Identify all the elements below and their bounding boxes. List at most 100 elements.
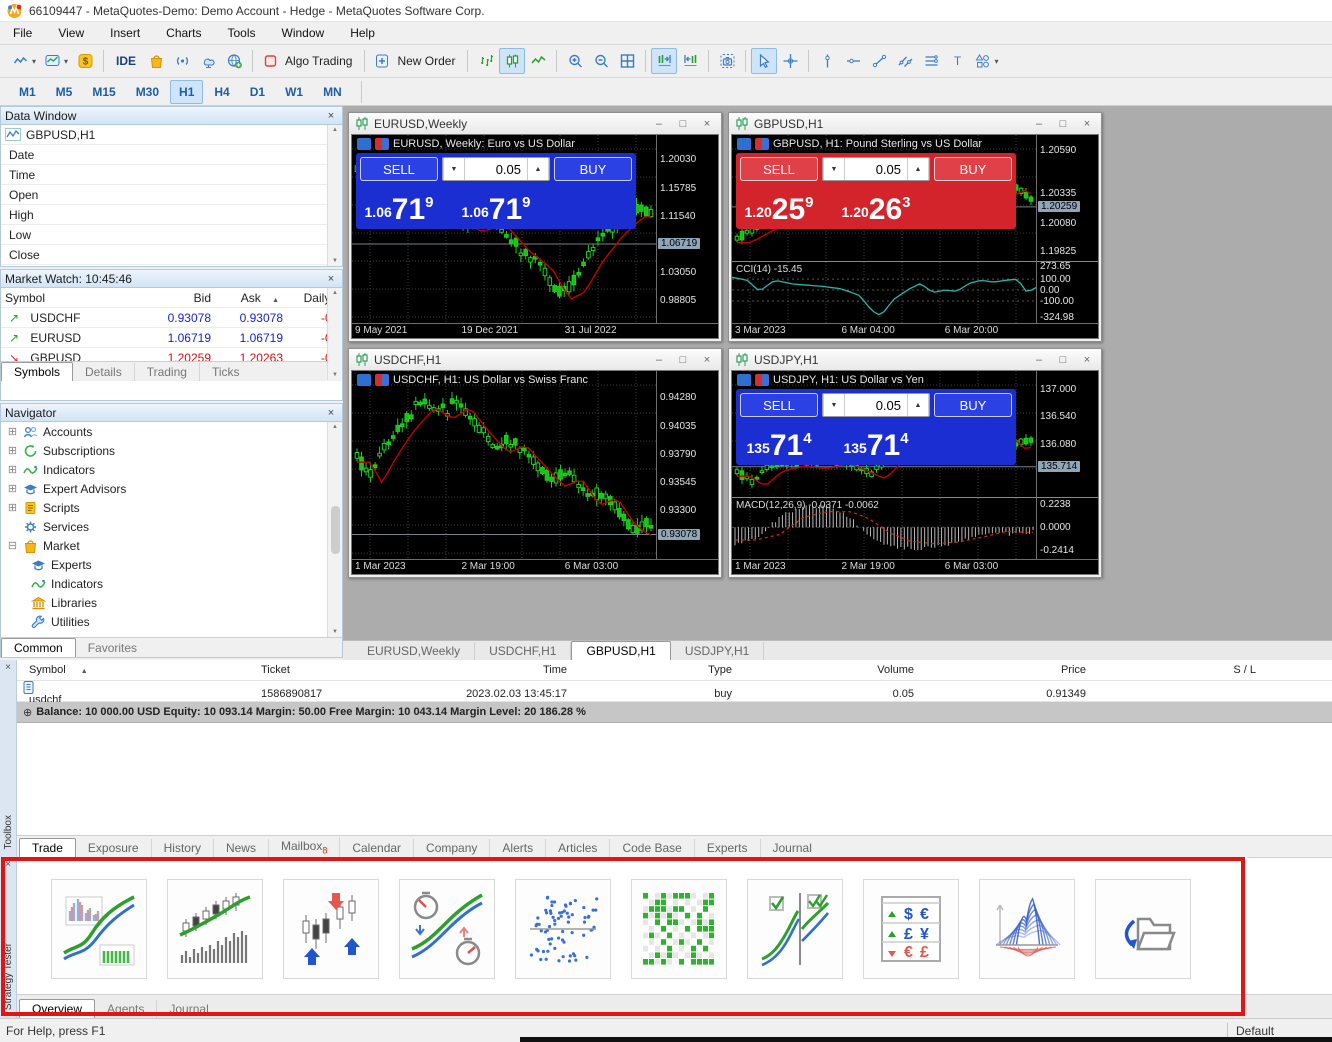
buy-button[interactable]: BUY xyxy=(554,157,632,181)
volume-input[interactable]: 0.05 xyxy=(465,158,527,180)
tab-code-base[interactable]: Code Base xyxy=(610,839,694,857)
channel-tool[interactable] xyxy=(892,48,918,74)
minimize-icon[interactable]: – xyxy=(1031,118,1047,130)
position-row[interactable]: usdchf 1586890817 2023.02.03 13:45:17 bu… xyxy=(17,681,1332,702)
menu-file[interactable]: File xyxy=(0,23,45,43)
volume-decrease-button[interactable]: ▼ xyxy=(443,158,465,180)
zoom-out-button[interactable] xyxy=(588,48,614,74)
data-window-scrollbar[interactable]: ▲▼ xyxy=(327,125,342,266)
tf-m1[interactable]: M1 xyxy=(10,80,45,104)
maximize-icon[interactable]: □ xyxy=(1055,118,1071,130)
volume-decrease-button[interactable]: ▼ xyxy=(823,158,845,180)
auto-scroll-button[interactable] xyxy=(651,48,677,74)
nav-item-indicators[interactable]: ⊞ Indicators xyxy=(1,460,327,479)
tab-favorites[interactable]: Favorites xyxy=(76,639,149,657)
tab-trading[interactable]: Trading xyxy=(135,363,200,381)
price-chart[interactable]: GBPUSD, H1: Pound Sterling vs US Dollar … xyxy=(732,135,1098,261)
tab-alerts[interactable]: Alerts xyxy=(490,839,546,857)
chart-titlebar[interactable]: EURUSD,Weekly –□× xyxy=(349,113,721,134)
tab-mailbox[interactable]: Mailbox8 xyxy=(269,837,340,857)
buy-price[interactable]: 1.20263 xyxy=(822,185,930,225)
maximize-icon[interactable]: □ xyxy=(675,354,691,366)
tile-windows-button[interactable] xyxy=(614,48,640,74)
minimize-icon[interactable]: – xyxy=(651,354,667,366)
price-axis[interactable]: 1.205901.203351.200801.198251.20259 xyxy=(1036,135,1098,261)
nav-item-market-experts[interactable]: Experts xyxy=(1,555,327,574)
chart-titlebar[interactable]: USDCHF,H1 –□× xyxy=(349,349,721,370)
signals-button[interactable] xyxy=(169,48,195,74)
nav-item-services[interactable]: Services xyxy=(1,517,327,536)
time-axis[interactable]: 9 May 202119 Dec 202131 Jul 2022 xyxy=(352,323,718,338)
market-button[interactable] xyxy=(143,48,169,74)
tab-experts[interactable]: Experts xyxy=(695,839,761,857)
menu-insert[interactable]: Insert xyxy=(97,23,153,43)
nav-item-accounts[interactable]: ⊞ Accounts xyxy=(1,422,327,441)
menu-window[interactable]: Window xyxy=(269,23,338,43)
text-tool[interactable]: T xyxy=(944,48,970,74)
tab-agents[interactable]: Agents xyxy=(95,1000,157,1018)
close-icon[interactable]: × xyxy=(699,354,715,366)
cci-indicator-pane[interactable]: CCI(14) -15.45 273.65100.000.00-100.00-3… xyxy=(732,261,1098,323)
tf-d1[interactable]: D1 xyxy=(241,80,274,104)
chart-shift-button[interactable] xyxy=(677,48,703,74)
vertical-line-tool[interactable] xyxy=(814,48,840,74)
community-button[interactable] xyxy=(221,48,247,74)
tab-history[interactable]: History xyxy=(152,839,214,857)
market-watch-header[interactable]: Symbol Bid Ask ▲ Daily Ch... xyxy=(1,288,327,308)
tab-calendar[interactable]: Calendar xyxy=(340,839,414,857)
tab-trade[interactable]: Trade xyxy=(19,838,76,857)
nav-item-market-libraries[interactable]: Libraries xyxy=(1,593,327,612)
time-axis[interactable]: 1 Mar 20232 Mar 19:006 Mar 03:00 xyxy=(732,559,1098,574)
line-mode-button[interactable] xyxy=(525,48,551,74)
close-icon[interactable]: × xyxy=(5,859,11,870)
tab-articles[interactable]: Articles xyxy=(546,839,610,857)
close-icon[interactable]: × xyxy=(1079,354,1095,366)
tf-m15[interactable]: M15 xyxy=(83,80,124,104)
tab-journal[interactable]: Journal xyxy=(761,839,824,857)
bar-chart-mode-button[interactable] xyxy=(473,48,499,74)
candles-mode-button[interactable] xyxy=(499,48,525,74)
maximize-icon[interactable]: □ xyxy=(675,118,691,130)
chart-tab-eurusd[interactable]: EURUSD,Weekly xyxy=(353,642,475,660)
tile-trading-arrows[interactable] xyxy=(283,879,379,979)
tab-symbols[interactable]: Symbols xyxy=(1,362,73,381)
tab-details[interactable]: Details xyxy=(73,363,135,381)
status-profile[interactable]: Default xyxy=(1228,1024,1332,1038)
market-watch-scrollbar[interactable]: ▲▼ xyxy=(327,288,342,380)
tab-exposure[interactable]: Exposure xyxy=(76,839,152,857)
maximize-icon[interactable]: □ xyxy=(1055,354,1071,366)
buy-price[interactable]: 135714 xyxy=(822,421,930,461)
price-axis[interactable]: 0.942800.940350.937900.935450.933000.930… xyxy=(656,371,718,559)
market-watch-row-eurusd[interactable]: ↗ EURUSD 1.067191.06719-0.10% xyxy=(1,328,327,348)
tf-mn[interactable]: MN xyxy=(314,80,351,104)
chart-tab-gbpusd[interactable]: GBPUSD,H1 xyxy=(571,641,670,660)
tf-m5[interactable]: M5 xyxy=(47,80,82,104)
close-icon[interactable]: × xyxy=(1079,118,1095,130)
sell-button[interactable]: SELL xyxy=(740,393,818,417)
volume-increase-button[interactable]: ▲ xyxy=(907,394,929,416)
nav-item-subscriptions[interactable]: ⊞ Subscriptions xyxy=(1,441,327,460)
tab-news[interactable]: News xyxy=(214,839,269,857)
cloud-button[interactable] xyxy=(195,48,221,74)
macd-indicator-pane[interactable]: MACD(12,26,9) -0.0371 -0.0062 0.22380.00… xyxy=(732,497,1098,559)
tf-h1[interactable]: H1 xyxy=(170,80,203,104)
chart-tab-usdchf[interactable]: USDCHF,H1 xyxy=(475,642,571,660)
tf-w1[interactable]: W1 xyxy=(276,80,312,104)
close-icon[interactable]: × xyxy=(324,273,338,285)
minimize-icon[interactable]: – xyxy=(1031,354,1047,366)
sell-price[interactable]: 1.20259 xyxy=(740,185,818,225)
chart-titlebar[interactable]: USDJPY,H1 –□× xyxy=(729,349,1101,370)
volume-increase-button[interactable]: ▲ xyxy=(907,158,929,180)
tab-company[interactable]: Company xyxy=(414,839,490,857)
chart-type-button[interactable]: ▾ xyxy=(8,48,40,74)
buy-button[interactable]: BUY xyxy=(934,393,1012,417)
menu-view[interactable]: View xyxy=(45,23,97,43)
buy-price[interactable]: 1.06719 xyxy=(442,185,550,225)
cursor-tool-button[interactable] xyxy=(751,48,777,74)
time-axis[interactable]: 3 Mar 20236 Mar 04:006 Mar 20:00 xyxy=(732,323,1098,338)
menu-charts[interactable]: Charts xyxy=(153,23,214,43)
close-icon[interactable]: × xyxy=(699,118,715,130)
tile-execution-latency[interactable] xyxy=(399,879,495,979)
chart-profile-button[interactable]: ▾ xyxy=(40,48,72,74)
buy-button[interactable]: BUY xyxy=(934,157,1012,181)
